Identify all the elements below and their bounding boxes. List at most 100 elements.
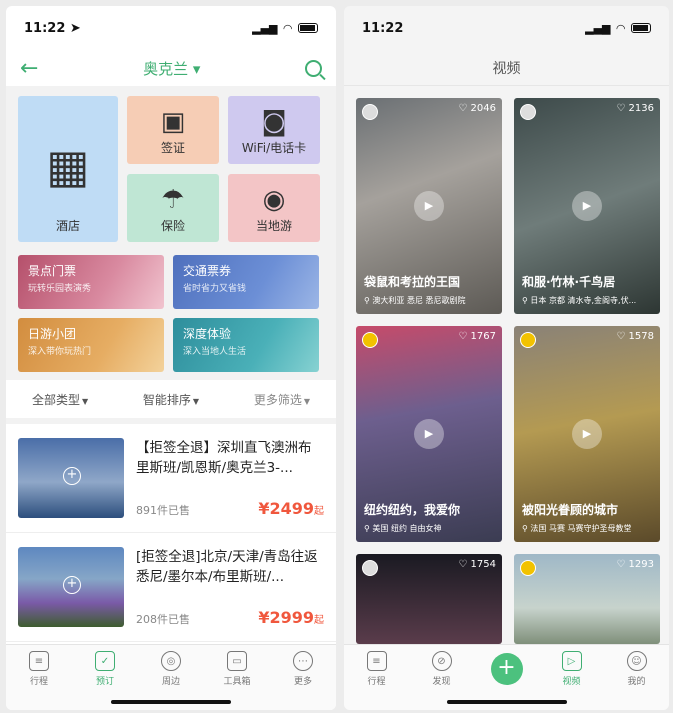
check-box-icon: ✓	[95, 651, 115, 671]
tab-label: 发现	[432, 677, 451, 687]
tab-label: 我的	[627, 677, 646, 687]
plus-icon: +	[490, 653, 523, 685]
caret-down-icon: ▼	[303, 396, 310, 406]
banner-title: 深度体验	[183, 327, 232, 341]
avatar	[520, 104, 536, 120]
avatar	[362, 332, 378, 348]
tab-label: 预订	[95, 677, 114, 687]
price-value: ¥2999	[258, 608, 314, 627]
compass-icon: ⊘	[431, 651, 452, 671]
calendar-icon: ≡	[366, 651, 387, 671]
hotel-button[interactable]: ▦ 酒店	[18, 96, 118, 242]
like-count: ♡ 1754	[458, 559, 496, 570]
play-icon[interactable]: ▶	[414, 419, 444, 449]
product-name: [拒签全退]北京/天津/青岛往返悉尼/墨尔本/布里斯班/...	[136, 549, 318, 585]
tab-label: 工具箱	[223, 677, 251, 687]
video-card[interactable]: ♡ 2046 ▶ 袋鼠和考拉的王国 ⚲ 澳大利亚 悉尼 悉尼歌剧院	[356, 98, 502, 314]
banner-title: 景点门票	[28, 264, 77, 278]
more-filters-dropdown[interactable]: 更多筛选 ▼	[254, 391, 310, 408]
sort-label: 智能排序	[142, 392, 191, 407]
banner-attraction-tickets[interactable]: 景点门票 玩转乐园表演秀	[18, 255, 164, 309]
local-label: 当地游	[255, 219, 292, 233]
banner-transport-tickets[interactable]: 交通票券 省时省力又省钱	[173, 255, 319, 309]
banner-day-tour[interactable]: 日游小团 深入带你玩热门	[18, 318, 164, 372]
product-name: 【拒签全退】深圳直飞澳洲布里斯班/凯恩斯/奥克兰3-...	[136, 440, 312, 476]
banner-title: 日游小团	[28, 327, 77, 341]
avatar	[520, 560, 536, 576]
video-grid: ♡ 2046 ▶ 袋鼠和考拉的王国 ⚲ 澳大利亚 悉尼 悉尼歌剧院 ♡ 2136…	[344, 86, 669, 656]
video-location: ⚲ 法国 马赛 马赛守护圣母教堂	[522, 523, 654, 534]
tab-itinerary[interactable]: ≡ 行程	[352, 651, 402, 710]
hotel-building-icon: ▦	[46, 139, 90, 193]
filter-bar: 全部类型 ▼ 智能排序 ▼ 更多筛选 ▼	[6, 380, 336, 424]
local-tour-button[interactable]: ◉ 当地游	[228, 174, 320, 242]
booking-screen: 11:22 ➤ ▂▄▆ ◠ ← 奥克兰 ▾ ▦ 酒店 ▣ 签证 ◙ WiFi/电话…	[6, 6, 336, 710]
product-item[interactable]: + 【拒签全退】深圳直飞澳洲布里斯班/凯恩斯/奥克兰3-... 891件已售 ¥…	[6, 424, 336, 533]
status-icons: ▂▄▆ ◠	[252, 22, 318, 35]
video-icon: ▷	[561, 651, 582, 671]
plus-icon: +	[63, 467, 81, 485]
visa-label: 签证	[160, 141, 185, 155]
sold-count: 208件已售	[136, 613, 190, 626]
home-indicator	[446, 700, 567, 704]
banner-title: 交通票券	[183, 264, 232, 278]
battery-icon	[631, 23, 651, 33]
like-count: ♡ 1767	[458, 331, 496, 342]
back-arrow-icon[interactable]: ←	[20, 56, 38, 81]
visa-button[interactable]: ▣ 签证	[127, 96, 219, 164]
status-bar: 11:22 ▂▄▆ ◠	[344, 6, 669, 50]
video-card[interactable]: ♡ 1754	[356, 554, 502, 644]
video-screen: 11:22 ▂▄▆ ◠ 视频 ♡ 2046 ▶ 袋鼠和考拉的王国 ⚲ 澳大利亚 悉…	[344, 6, 669, 710]
play-icon[interactable]: ▶	[572, 419, 602, 449]
location-text: 澳大利亚 悉尼 悉尼歌剧院	[372, 296, 466, 305]
more-icon: ⋯	[293, 651, 313, 671]
tab-label: 更多	[293, 677, 312, 687]
play-icon[interactable]: ▶	[572, 191, 602, 221]
product-item[interactable]: + [拒签全退]北京/天津/青岛往返悉尼/墨尔本/布里斯班/... 208件已售…	[6, 533, 336, 642]
banner-subtitle: 深入当地人生活	[183, 347, 247, 357]
city-selector[interactable]: 奥克兰 ▾	[143, 58, 200, 79]
video-location: ⚲ 日本 京都 清水寺,金阁寺,伏...	[522, 295, 654, 306]
video-title: 袋鼠和考拉的王国	[364, 275, 461, 289]
home-indicator	[111, 700, 231, 704]
like-count: ♡ 2136	[616, 103, 654, 114]
battery-icon	[298, 23, 318, 33]
tab-more[interactable]: ⋯ 更多	[278, 651, 328, 710]
banner-subtitle: 省时省力又省钱	[183, 284, 247, 294]
sold-count: 891件已售	[136, 504, 190, 517]
play-icon[interactable]: ▶	[414, 191, 444, 221]
location-text: 美国 纽约 自由女神	[372, 524, 442, 533]
plus-icon: +	[63, 576, 81, 594]
page-title: 视频	[492, 60, 521, 77]
nav-bar: 视频	[344, 50, 669, 86]
tab-itinerary[interactable]: ≡ 行程	[14, 651, 64, 710]
wifi-sim-icon: ◙	[261, 107, 287, 137]
wifi-card-button[interactable]: ◙ WiFi/电话卡	[228, 96, 320, 164]
wifi-icon: ◠	[616, 21, 625, 35]
map-pin-icon: ◉	[262, 185, 286, 215]
tab-label: 视频	[562, 677, 581, 687]
video-card[interactable]: ♡ 2136 ▶ 和服·竹林·千鸟居 ⚲ 日本 京都 清水寺,金阁寺,伏...	[514, 98, 660, 314]
search-icon[interactable]	[305, 59, 322, 77]
toolbox-icon: ▭	[227, 651, 247, 671]
location-text: 法国 马赛 马赛守护圣母教堂	[530, 524, 632, 533]
avatar	[362, 560, 378, 576]
avatar	[520, 332, 536, 348]
filter-type-dropdown[interactable]: 全部类型 ▼	[32, 391, 88, 408]
video-location: ⚲ 澳大利亚 悉尼 悉尼歌剧院	[364, 295, 496, 306]
video-title: 纽约纽约，我爱你	[364, 503, 461, 517]
status-time: 11:22	[362, 20, 404, 36]
hotel-label: 酒店	[55, 219, 80, 233]
nav-bar: ← 奥克兰 ▾	[6, 50, 336, 86]
tab-label: 周边	[161, 677, 180, 687]
calendar-icon: ≡	[29, 651, 49, 671]
tab-profile[interactable]: ☺ 我的	[612, 651, 662, 710]
sort-dropdown[interactable]: 智能排序 ▼	[143, 391, 199, 408]
insurance-button[interactable]: ☂ 保险	[127, 174, 219, 242]
video-card[interactable]: ♡ 1578 ▶ 被阳光眷顾的城市 ⚲ 法国 马赛 马赛守护圣母教堂	[514, 326, 660, 542]
price-unit: 起	[314, 506, 324, 517]
video-card[interactable]: ♡ 1293	[514, 554, 660, 644]
banner-deep-experience[interactable]: 深度体验 深入当地人生活	[173, 318, 319, 372]
video-card[interactable]: ♡ 1767 ▶ 纽约纽约，我爱你 ⚲ 美国 纽约 自由女神	[356, 326, 502, 542]
price-unit: 起	[314, 615, 324, 626]
